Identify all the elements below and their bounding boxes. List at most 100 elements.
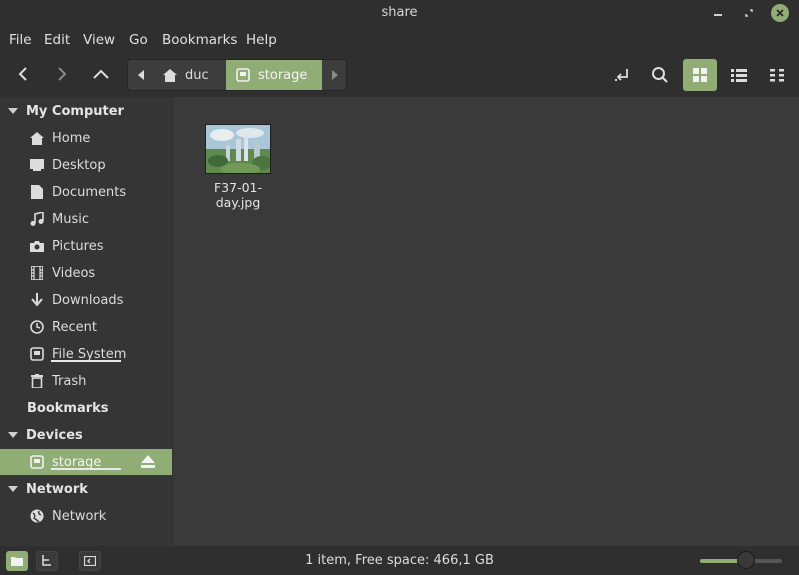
expander-down-icon [8, 108, 18, 114]
expander-down-icon [8, 486, 18, 492]
section-devices[interactable]: Devices [0, 423, 172, 447]
maximize-button[interactable] [740, 4, 758, 22]
sidebar-item-music[interactable]: Music [0, 206, 172, 232]
close-icon [776, 9, 784, 17]
sidebar-item-file-system[interactable]: File System [0, 341, 172, 367]
menu-go[interactable]: Go [129, 32, 148, 48]
storage-usage-bar [51, 468, 121, 470]
section-bookmarks-label: Bookmarks [27, 400, 109, 416]
close-button[interactable] [771, 4, 789, 22]
list-icon [731, 69, 747, 82]
drive-icon [30, 347, 44, 361]
compact-list-icon [770, 69, 784, 82]
breadcrumb-left-button[interactable] [128, 60, 154, 90]
breadcrumb-duc[interactable]: duc [154, 60, 226, 90]
show-treeview-button[interactable] [36, 551, 58, 571]
minimize-button[interactable] [709, 4, 727, 22]
sidebar-item-label: Recent [52, 319, 97, 335]
minimize-icon [714, 14, 722, 16]
folder-icon [11, 557, 23, 566]
icon-view-button[interactable] [683, 59, 717, 91]
window-title: share [381, 5, 418, 20]
search-icon [652, 67, 668, 83]
trash-icon [31, 374, 43, 388]
tree-icon [42, 555, 51, 566]
breadcrumb-storage-label: storage [258, 67, 308, 83]
zoom-slider-handle[interactable] [736, 551, 755, 569]
status-bar: 1 item, Free space: 466,1 GB [0, 546, 799, 575]
section-bookmarks[interactable]: Bookmarks [0, 396, 172, 420]
arrow-up-icon [93, 69, 109, 79]
file-name: F37-01-day.jpg [213, 180, 263, 210]
title-bar: share [0, 0, 799, 26]
section-network-label: Network [26, 481, 88, 497]
compact-view-button[interactable] [760, 59, 794, 91]
arrow-right-icon [58, 67, 67, 81]
sidebar-item-storage[interactable]: storage [0, 449, 172, 475]
menu-bar: File Edit View Go Bookmarks Help [0, 28, 799, 52]
sidebar-item-documents[interactable]: Documents [0, 179, 172, 205]
sidebar-item-label: Home [52, 130, 91, 146]
sidebar-toggle-icon [84, 556, 96, 566]
menu-view[interactable]: View [83, 32, 115, 48]
image-thumbnail [205, 124, 271, 174]
sidebar-item-recent[interactable]: Recent [0, 314, 172, 340]
landscape-thumbnail-icon [206, 125, 270, 173]
drive-icon [30, 455, 44, 469]
menu-help[interactable]: Help [246, 32, 277, 48]
hide-sidebar-button[interactable] [79, 551, 101, 571]
download-icon [31, 293, 43, 307]
list-view-button[interactable] [722, 59, 756, 91]
sidebar-item-home[interactable]: Home [0, 125, 172, 151]
drive-icon [236, 68, 250, 82]
sidebar-item-label: Network [52, 508, 107, 524]
sidebar-item-downloads[interactable]: Downloads [0, 287, 172, 313]
eject-button[interactable] [141, 455, 155, 472]
toggle-location-button[interactable] [605, 59, 639, 91]
up-button[interactable] [85, 59, 117, 89]
expander-down-icon [8, 432, 18, 438]
section-my-computer-label: My Computer [26, 103, 124, 119]
home-icon [30, 131, 44, 145]
file-system-usage-bar [51, 360, 121, 362]
location-entry-icon [615, 69, 628, 81]
home-icon [163, 68, 177, 82]
forward-button[interactable] [46, 59, 78, 89]
sidebar-item-label: Music [52, 211, 89, 227]
sidebar-item-network[interactable]: Network [0, 503, 172, 529]
sidebar-item-label: Videos [52, 265, 96, 281]
section-network[interactable]: Network [0, 477, 172, 501]
sidebar-item-pictures[interactable]: Pictures [0, 233, 172, 259]
eject-icon [141, 455, 155, 468]
triangle-right-icon [332, 70, 338, 80]
breadcrumb-duc-label: duc [185, 67, 209, 83]
sidebar-item-label: Downloads [52, 292, 124, 308]
search-button[interactable] [643, 59, 677, 91]
breadcrumb-right-button[interactable] [322, 60, 346, 90]
maximize-icon [745, 9, 753, 17]
clock-icon [30, 320, 44, 334]
sidebar-item-label: Pictures [52, 238, 104, 254]
globe-icon [30, 509, 44, 523]
sidebar-item-label: Trash [52, 373, 87, 389]
arrow-left-icon [18, 67, 27, 81]
film-icon [31, 266, 43, 280]
section-my-computer[interactable]: My Computer [0, 99, 172, 123]
sidebar-item-label: Desktop [52, 157, 106, 173]
camera-icon [30, 241, 44, 252]
menu-bookmarks[interactable]: Bookmarks [162, 32, 237, 48]
sidebar-item-trash[interactable]: Trash [0, 368, 172, 394]
document-icon [31, 185, 43, 199]
menu-edit[interactable]: Edit [44, 32, 70, 48]
menu-file[interactable]: File [9, 32, 32, 48]
show-places-button[interactable] [6, 551, 28, 571]
music-icon [30, 212, 44, 226]
breadcrumb-storage[interactable]: storage [226, 60, 322, 90]
sidebar-item-desktop[interactable]: Desktop [0, 152, 172, 178]
grid-icon [693, 68, 707, 82]
sidebar-item-videos[interactable]: Videos [0, 260, 172, 286]
section-devices-label: Devices [26, 427, 83, 443]
status-text: 1 item, Free space: 466,1 GB [305, 553, 494, 568]
back-button[interactable] [7, 59, 39, 89]
triangle-left-icon [138, 70, 144, 80]
